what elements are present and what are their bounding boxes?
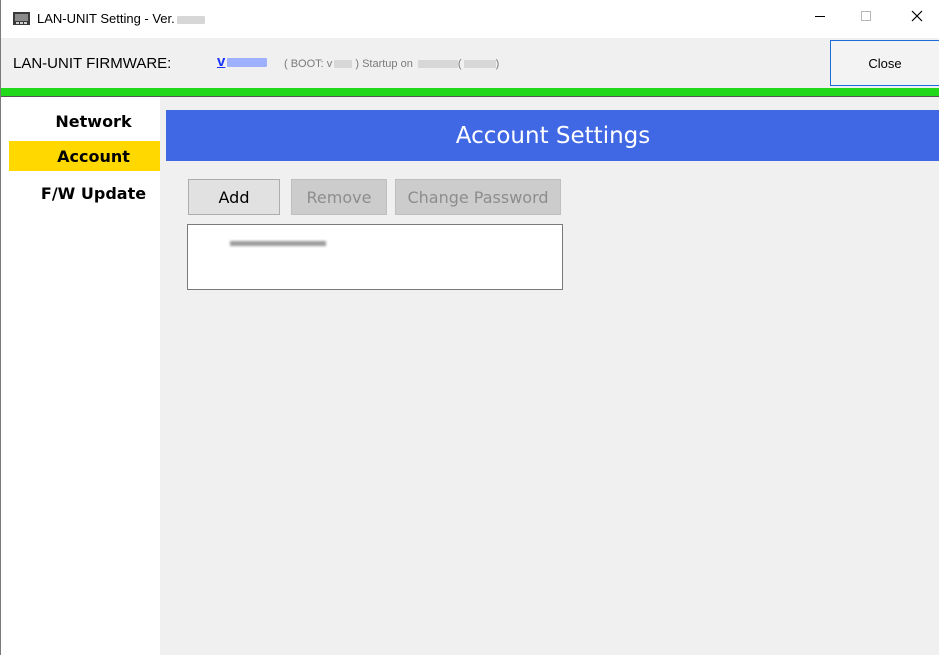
firmware-header: LAN-UNIT FIRMWARE: v ( BOOT: v ) Startup… xyxy=(1,38,939,88)
lan-unit-app-icon xyxy=(13,12,30,25)
minimize-button[interactable] xyxy=(797,0,843,32)
redacted-boot-version xyxy=(334,60,353,69)
list-item[interactable] xyxy=(228,239,328,248)
firmware-version-link[interactable]: v xyxy=(217,53,268,70)
boot-info: ( BOOT: v ) Startup on () xyxy=(284,58,500,70)
sidebar-item-label: Network xyxy=(55,111,132,131)
page-title: Account Settings xyxy=(166,110,939,161)
redacted-version xyxy=(176,15,205,24)
account-list[interactable] xyxy=(187,224,563,290)
window-close-button[interactable] xyxy=(894,0,939,32)
app-window: LAN-UNIT Setting - Ver. LAN-UNIT FIRMWAR… xyxy=(0,0,939,655)
status-accent-bar xyxy=(1,88,939,97)
sidebar-item-fw-update[interactable]: F/W Update xyxy=(9,178,160,208)
minimize-icon xyxy=(815,16,825,17)
sidebar-item-network[interactable]: Network xyxy=(9,106,160,136)
change-password-button[interactable]: Change Password xyxy=(395,179,561,215)
sidebar: Network Account F/W Update xyxy=(9,97,160,655)
close-button[interactable]: Close xyxy=(830,40,939,86)
redacted-startup-date xyxy=(417,60,458,69)
redacted-startup-time xyxy=(463,60,496,69)
window-title: LAN-UNIT Setting - Ver. xyxy=(37,11,205,26)
firmware-label: LAN-UNIT FIRMWARE: xyxy=(13,55,172,72)
maximize-icon xyxy=(861,11,871,21)
account-settings-panel: Account Settings Add Remove Change Passw… xyxy=(160,97,939,655)
redacted-firmware-version xyxy=(227,57,268,67)
title-bar[interactable]: LAN-UNIT Setting - Ver. xyxy=(1,0,939,38)
remove-account-button[interactable]: Remove xyxy=(291,179,387,215)
sidebar-item-account[interactable]: Account xyxy=(9,141,160,171)
close-icon xyxy=(911,10,923,22)
sidebar-item-label: F/W Update xyxy=(40,183,147,203)
maximize-button[interactable] xyxy=(843,0,889,32)
add-account-button[interactable]: Add xyxy=(188,179,280,215)
sidebar-item-label: Account xyxy=(57,146,130,166)
